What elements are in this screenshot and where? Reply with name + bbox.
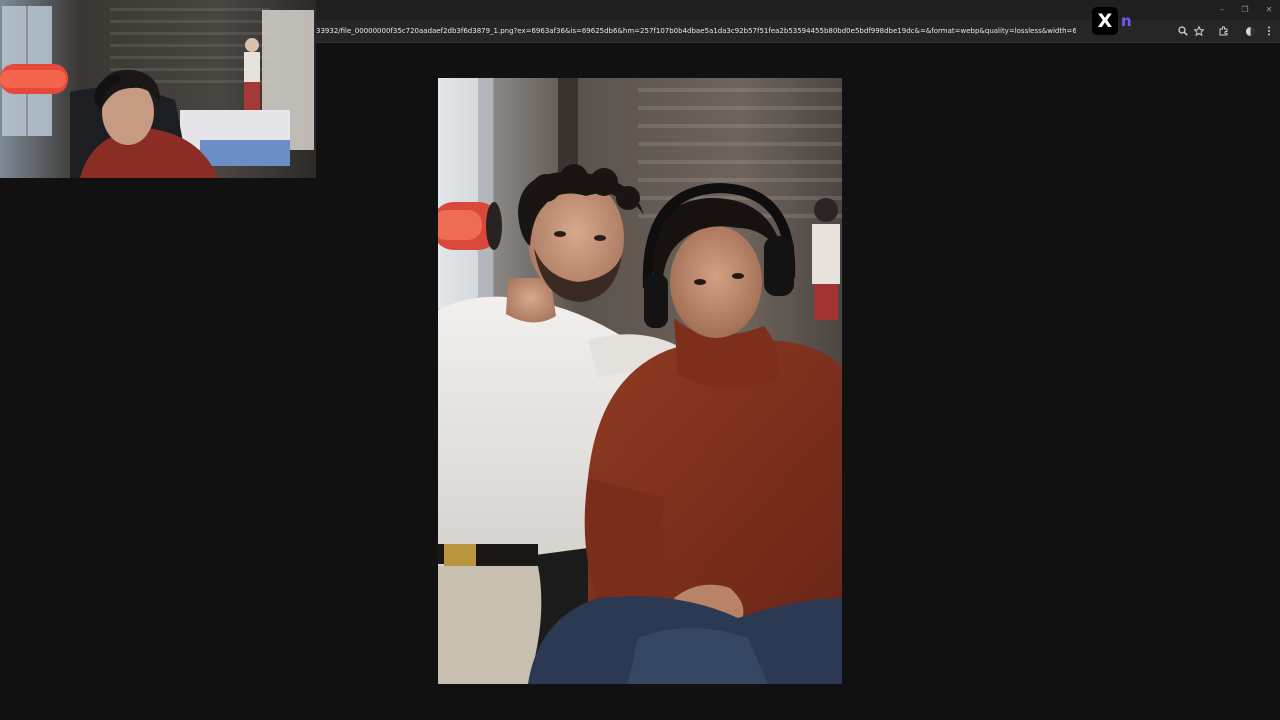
minimize-button[interactable]: – — [1214, 3, 1230, 17]
displayed-image — [438, 78, 842, 684]
webcam-overlay — [0, 0, 316, 178]
close-button[interactable]: ✕ — [1261, 3, 1277, 17]
n-extension-icon[interactable]: n — [1121, 14, 1134, 29]
address-bar[interactable]: 33932/file_00000000f35c720aadaef2db3f6d3… — [316, 24, 1076, 39]
puzzle-icon[interactable] — [1217, 24, 1231, 38]
profile-icon[interactable] — [1246, 27, 1255, 36]
more-vert-icon[interactable] — [1262, 24, 1276, 38]
star-icon[interactable] — [1192, 24, 1206, 38]
x-extension-icon[interactable]: X — [1092, 7, 1118, 35]
restore-button[interactable]: ❐ — [1237, 3, 1253, 17]
zoom-icon[interactable] — [1176, 24, 1190, 38]
browser-window: – ❐ ✕ 33932/file_00000000f35c720aadaef2d… — [0, 0, 1280, 720]
